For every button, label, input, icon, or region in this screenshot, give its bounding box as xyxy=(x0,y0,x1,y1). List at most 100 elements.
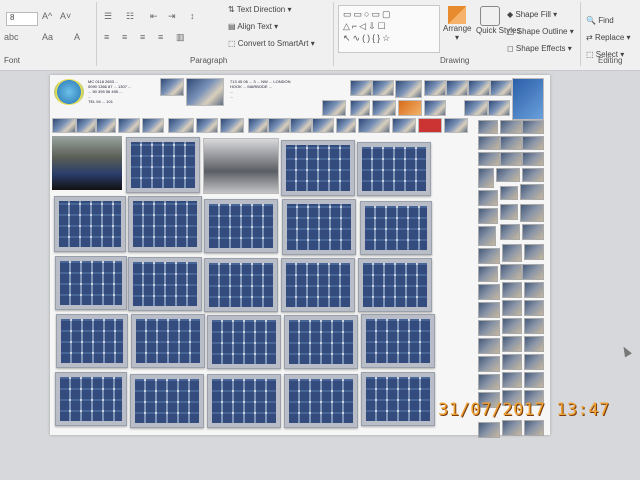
side-photo[interactable] xyxy=(500,204,518,220)
side-photo[interactable] xyxy=(500,224,520,240)
strip-photo[interactable] xyxy=(268,118,290,133)
collage-sheet[interactable] xyxy=(360,201,432,255)
side-photo[interactable] xyxy=(524,372,544,388)
collage-sheet[interactable] xyxy=(361,372,435,426)
strip-photo[interactable] xyxy=(168,118,194,133)
side-photo[interactable] xyxy=(522,136,544,150)
collage-sheet[interactable] xyxy=(207,315,281,369)
side-photo[interactable] xyxy=(502,244,522,262)
columns-icon[interactable]: ▥ xyxy=(176,32,185,43)
header-photo[interactable] xyxy=(350,80,372,96)
side-photo[interactable] xyxy=(524,282,544,298)
header-photo[interactable] xyxy=(424,80,446,96)
find-button[interactable]: 🔍 Find xyxy=(586,16,614,25)
numbering-icon[interactable]: ☷ xyxy=(126,11,134,22)
side-photo[interactable] xyxy=(500,186,518,200)
collage-sheet[interactable] xyxy=(284,374,358,428)
header-photo[interactable] xyxy=(186,78,224,106)
side-photo[interactable] xyxy=(478,120,498,134)
text-direction-button[interactable]: ⇅ Text Direction ▾ xyxy=(228,5,292,14)
side-photo[interactable] xyxy=(478,248,500,264)
line-spacing-icon[interactable]: ↕ xyxy=(190,11,195,21)
header-photo[interactable] xyxy=(395,80,422,98)
header-photo[interactable] xyxy=(160,78,184,96)
shrink-font-icon[interactable]: A˅ xyxy=(60,11,71,21)
collage-sheet[interactable] xyxy=(204,258,278,312)
strip-photo[interactable] xyxy=(444,118,468,133)
shapes-gallery[interactable]: ▭▭○▭▢ △⌐◁⇩☐ ↖∿(){}☆ xyxy=(338,5,440,53)
strip-photo[interactable] xyxy=(312,118,334,133)
strip-photo[interactable] xyxy=(96,118,116,133)
strip-photo[interactable] xyxy=(392,118,416,133)
side-photo[interactable] xyxy=(502,420,522,436)
font-color-icon[interactable]: A xyxy=(74,32,80,42)
quick-styles-button[interactable]: Quick Styles xyxy=(476,6,520,35)
shape-fill-button[interactable]: ◆ Shape Fill ▾ xyxy=(507,10,557,19)
header-photo[interactable] xyxy=(468,80,490,96)
side-photo[interactable] xyxy=(478,208,498,224)
side-photo[interactable] xyxy=(478,152,500,166)
arrange-button[interactable]: Arrange ▾ xyxy=(443,6,471,42)
side-photo[interactable] xyxy=(478,338,500,354)
side-photo[interactable] xyxy=(500,136,522,150)
side-photo[interactable] xyxy=(478,168,494,188)
collage-photo[interactable] xyxy=(203,138,279,194)
collage-sheet[interactable] xyxy=(56,314,128,368)
bullets-icon[interactable]: ☰ xyxy=(104,11,112,22)
justify-icon[interactable]: ≡ xyxy=(158,32,163,42)
collage-sheet[interactable] xyxy=(284,315,358,369)
side-photo[interactable] xyxy=(478,320,500,336)
side-photo[interactable] xyxy=(478,190,498,206)
change-case-icon[interactable]: Aa xyxy=(42,32,53,42)
header-photo[interactable] xyxy=(322,100,346,116)
side-photo[interactable] xyxy=(500,264,522,280)
align-right-icon[interactable]: ≡ xyxy=(140,32,145,42)
outdent-icon[interactable]: ⇥ xyxy=(168,11,176,22)
side-photo[interactable] xyxy=(478,302,500,318)
indent-icon[interactable]: ⇤ xyxy=(150,11,158,22)
header-photo[interactable] xyxy=(398,100,422,116)
replace-button[interactable]: ⇄ Replace ▾ xyxy=(586,33,631,42)
collage-sheet[interactable] xyxy=(54,196,126,252)
collage-sheet[interactable] xyxy=(361,314,435,368)
strip-photo[interactable] xyxy=(76,118,96,133)
align-text-button[interactable]: ▤ Align Text ▾ xyxy=(228,22,278,31)
collage-sheet[interactable] xyxy=(128,257,202,311)
side-photo[interactable] xyxy=(478,374,500,390)
align-left-icon[interactable]: ≡ xyxy=(104,32,109,42)
side-photo[interactable] xyxy=(522,168,544,182)
collage-sheet[interactable] xyxy=(358,258,432,312)
side-photo[interactable] xyxy=(502,282,522,298)
strip-photo[interactable] xyxy=(196,118,218,133)
collage-sheet[interactable] xyxy=(128,196,202,252)
strip-photo[interactable] xyxy=(248,118,268,133)
uk-map-image[interactable] xyxy=(512,78,544,120)
collage-sheet[interactable] xyxy=(55,256,127,310)
header-photo[interactable] xyxy=(372,100,396,116)
header-photo[interactable] xyxy=(446,80,468,96)
collage-sheet[interactable] xyxy=(281,140,355,196)
header-photo[interactable] xyxy=(350,100,370,116)
header-photo[interactable] xyxy=(424,100,446,116)
strip-photo[interactable] xyxy=(220,118,244,133)
side-photo[interactable] xyxy=(524,336,544,352)
side-photo[interactable] xyxy=(520,184,544,200)
convert-smartart-button[interactable]: ⬚ Convert to SmartArt ▾ xyxy=(228,39,315,48)
side-photo[interactable] xyxy=(496,168,520,182)
side-photo[interactable] xyxy=(478,226,496,246)
collage-sheet[interactable] xyxy=(357,142,431,196)
side-photo[interactable] xyxy=(478,136,500,150)
side-photo[interactable] xyxy=(478,266,498,282)
align-center-icon[interactable]: ≡ xyxy=(122,32,127,42)
header-photo[interactable] xyxy=(490,80,512,96)
font-size-select[interactable]: 8 xyxy=(6,12,38,26)
strip-photo[interactable] xyxy=(142,118,164,133)
collage-sheet[interactable] xyxy=(131,314,205,368)
side-photo[interactable] xyxy=(524,244,544,260)
shape-effects-button[interactable]: ◻ Shape Effects ▾ xyxy=(507,44,572,53)
portrait-photo[interactable] xyxy=(52,136,122,190)
collage-sheet[interactable] xyxy=(282,199,356,255)
collage-sheet[interactable] xyxy=(130,374,204,428)
collage-sheet[interactable] xyxy=(281,258,355,312)
side-photo[interactable] xyxy=(502,300,522,316)
